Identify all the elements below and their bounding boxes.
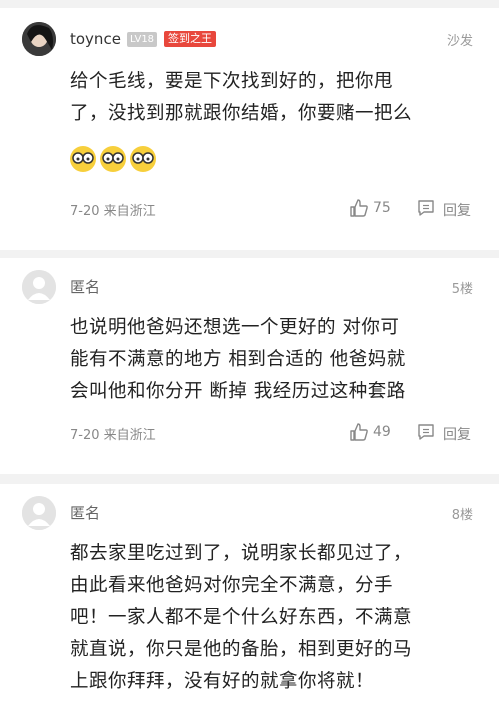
comment-content: 也说明他爸妈还想选一个更好的 对你可 能有不满意的地方 相到合适的 他爸妈就 会… [70, 312, 480, 408]
reply-button[interactable]: 回复 [443, 200, 471, 220]
comment-card: toynce LV18 签到之王 沙发 给个毛线，要是下次找到好的，把你甩 了，… [0, 8, 499, 250]
reply-icon[interactable] [416, 422, 436, 446]
username[interactable]: 匿名 [70, 502, 100, 523]
comment-content: 给个毛线，要是下次找到好的，把你甩 了，没找到那就跟你结婚，你要赌一把么 [70, 66, 480, 130]
content-line: 能有不满意的地方 相到合适的 他爸妈就 [70, 349, 406, 370]
glasses-face-emoji [100, 146, 126, 172]
comment-meta: 7-20 来自浙江 [70, 204, 156, 219]
reply-icon[interactable] [416, 198, 436, 222]
anonymous-user-icon [22, 496, 56, 530]
anonymous-user-icon [22, 270, 56, 304]
comment-card: 匿名 5楼 也说明他爸妈还想选一个更好的 对你可 能有不满意的地方 相到合适的 … [0, 258, 499, 474]
comment-meta: 7-20 来自浙江 [70, 428, 156, 443]
content-line: 就直说，你只是他的备胎，相到更好的马 [70, 639, 413, 660]
like-count[interactable]: 49 [373, 424, 391, 440]
content-line: 给个毛线，要是下次找到好的，把你甩 [70, 71, 394, 92]
content-line: 会叫他和你分开 断掉 我经历过这种套路 [70, 381, 406, 402]
avatar[interactable] [22, 22, 56, 56]
content-line: 都去家里吃过到了，说明家长都见过了， [70, 543, 413, 564]
comment-content: 都去家里吃过到了，说明家长都见过了， 由此看来他爸妈对你完全不满意，分手 吧！一… [70, 538, 480, 698]
content-line: 吧！一家人都不是个什么好东西，不满意 [70, 607, 413, 628]
content-line: 了，没找到那就跟你结婚，你要赌一把么 [70, 103, 413, 124]
reply-button[interactable]: 回复 [443, 424, 471, 444]
user-photo-icon [22, 22, 56, 56]
username[interactable]: 匿名 [70, 276, 100, 297]
avatar[interactable] [22, 270, 56, 304]
title-badge: 签到之王 [164, 31, 216, 47]
username[interactable]: toynce [70, 30, 121, 48]
floor-label: 8楼 [451, 508, 473, 523]
glasses-face-emoji [70, 146, 96, 172]
thumbs-up-icon[interactable] [349, 422, 369, 446]
level-badge: LV18 [127, 32, 158, 47]
floor-label: 沙发 [446, 34, 473, 49]
thumbs-up-icon[interactable] [349, 198, 369, 222]
avatar[interactable] [22, 496, 56, 530]
content-line: 上跟你拜拜，没有好的就拿你将就！ [70, 671, 375, 692]
like-count[interactable]: 75 [373, 200, 391, 216]
content-line: 由此看来他爸妈对你完全不满意，分手 [70, 575, 394, 596]
glasses-face-emoji [130, 146, 156, 172]
floor-label: 5楼 [451, 282, 473, 297]
comment-card: 匿名 8楼 都去家里吃过到了，说明家长都见过了， 由此看来他爸妈对你完全不满意，… [0, 484, 499, 721]
content-line: 也说明他爸妈还想选一个更好的 对你可 [70, 317, 400, 338]
